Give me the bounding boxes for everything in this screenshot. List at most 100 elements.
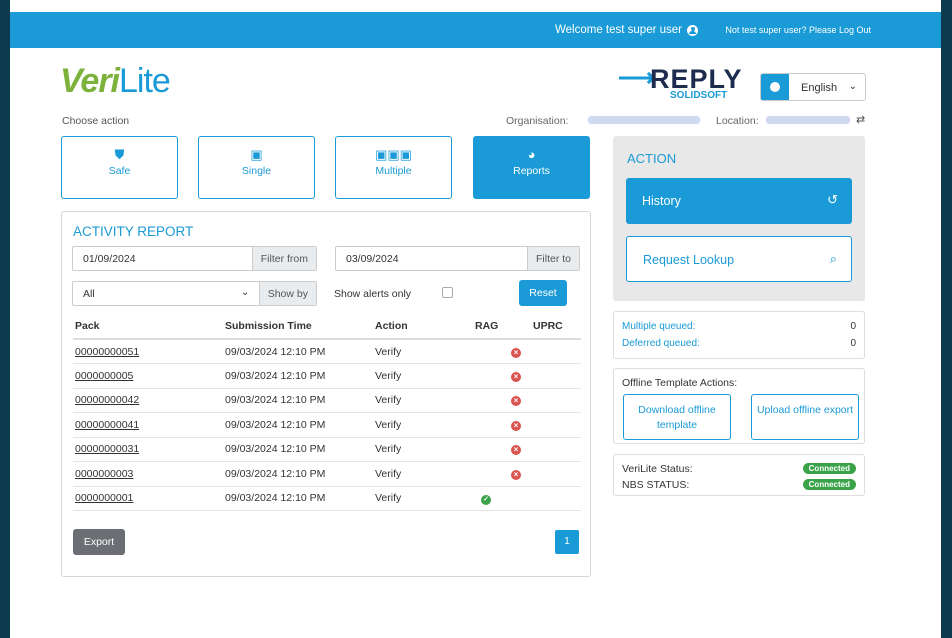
- pack-link[interactable]: 00000000041: [75, 419, 139, 431]
- app-window: Welcome test super user Not test super u…: [10, 0, 941, 638]
- activity-table: Pack Submission Time Action RAG UPRC 000…: [73, 314, 581, 511]
- chevron-down-icon: ⌄: [848, 81, 857, 92]
- show-by-select[interactable]: All ⌄ Show by: [72, 281, 317, 306]
- verilite-logo: VeriLite: [60, 62, 171, 101]
- filter-to-value: 03/09/2024: [346, 253, 399, 265]
- history-button[interactable]: History ↺: [626, 178, 852, 224]
- filter-to-label: Filter to: [526, 247, 579, 270]
- show-by-value: All: [83, 288, 95, 300]
- download-offline-template-button[interactable]: Download offline template: [623, 394, 731, 440]
- pack-cell[interactable]: 00000000051: [73, 339, 223, 364]
- alerts-only-checkbox[interactable]: [442, 287, 453, 298]
- single-pack-icon: ▣: [250, 147, 263, 162]
- request-lookup-button[interactable]: Request Lookup ⌕: [626, 236, 852, 282]
- error-circle-icon: ×: [511, 469, 521, 480]
- pack-link[interactable]: 00000000031: [75, 443, 139, 455]
- multiple-queued-row: Multiple queued: 0: [622, 321, 856, 332]
- error-circle-icon: ×: [511, 445, 521, 456]
- pack-cell[interactable]: 00000000042: [73, 388, 223, 413]
- status-panel: VeriLite Status: Connected NBS STATUS: C…: [613, 454, 865, 496]
- uprc-cell: [531, 461, 581, 487]
- nav-reports-button[interactable]: ◕ Reports: [473, 136, 590, 199]
- col-pack[interactable]: Pack: [73, 314, 223, 340]
- pack-cell[interactable]: 0000000005: [73, 363, 223, 389]
- pack-cell[interactable]: 0000000003: [73, 461, 223, 487]
- table-row: 00000000031 09/03/2024 12:10 PM Verify ×: [73, 437, 581, 462]
- reset-button[interactable]: Reset: [519, 280, 567, 306]
- uprc-cell: [531, 339, 581, 364]
- uprc-cell: [531, 437, 581, 462]
- col-submission-time[interactable]: Submission Time: [223, 314, 373, 340]
- alerts-only-label: Show alerts only: [334, 288, 412, 300]
- pack-link[interactable]: 0000000001: [75, 492, 133, 504]
- partner-sub: SOLIDSOFT: [670, 90, 728, 101]
- language-select[interactable]: English ⌄: [760, 73, 866, 101]
- history-icon: ↺: [827, 192, 838, 207]
- table-row: 00000000041 09/03/2024 12:10 PM Verify ×: [73, 412, 581, 438]
- table-row: 00000000042 09/03/2024 12:10 PM Verify ×: [73, 388, 581, 413]
- action-cell: Verify: [373, 363, 473, 389]
- nav-multiple-label: Multiple: [375, 165, 412, 177]
- action-cell: Verify: [373, 388, 473, 413]
- location-label: Location:: [716, 115, 759, 127]
- filter-from-field[interactable]: 01/09/2024 Filter from: [72, 246, 317, 271]
- deferred-queued-label: Deferred queued:: [622, 338, 700, 349]
- offline-title: Offline Template Actions:: [622, 377, 738, 389]
- pack-link[interactable]: 00000000042: [75, 394, 139, 406]
- submission-time-cell: 09/03/2024 12:10 PM: [223, 486, 373, 511]
- col-action[interactable]: Action: [373, 314, 473, 340]
- request-lookup-label: Request Lookup: [643, 253, 735, 267]
- multiple-queued-label: Multiple queued:: [622, 321, 696, 332]
- logout-link[interactable]: Not test super user? Please Log Out: [725, 25, 871, 35]
- nav-multiple-button[interactable]: ▣▣▣ Multiple: [335, 136, 452, 199]
- table-header-row: Pack Submission Time Action RAG UPRC: [73, 314, 581, 340]
- submission-time-cell: 09/03/2024 12:10 PM: [223, 388, 373, 413]
- error-circle-icon: ×: [511, 396, 521, 407]
- action-panel: ACTION History ↺ Request Lookup ⌕: [613, 136, 865, 301]
- rag-cell: ×: [473, 412, 531, 438]
- swap-location-icon[interactable]: ⇄: [856, 113, 865, 126]
- rag-cell: ×: [473, 363, 531, 389]
- pack-cell[interactable]: 00000000031: [73, 437, 223, 462]
- uprc-cell: [531, 486, 581, 511]
- nav-single-button[interactable]: ▣ Single: [198, 136, 315, 199]
- uprc-cell: [531, 412, 581, 438]
- nav-safe-button[interactable]: ⛊ Safe: [61, 136, 178, 199]
- pack-link[interactable]: 0000000005: [75, 370, 133, 382]
- show-by-label: Show by: [258, 282, 316, 305]
- pack-link[interactable]: 0000000003: [75, 468, 133, 480]
- report-title: ACTIVITY REPORT: [73, 224, 194, 239]
- col-uprc[interactable]: UPRC: [531, 314, 581, 340]
- activity-report-panel: ACTIVITY REPORT 01/09/2024 Filter from 0…: [61, 211, 591, 577]
- check-circle-icon: ✓: [481, 494, 491, 505]
- user-icon: [687, 24, 698, 36]
- export-button[interactable]: Export: [73, 529, 125, 555]
- organisation-label: Organisation:: [506, 115, 569, 127]
- error-circle-icon: ×: [511, 371, 521, 382]
- submission-time-cell: 09/03/2024 12:10 PM: [223, 437, 373, 462]
- submission-time-cell: 09/03/2024 12:10 PM: [223, 461, 373, 487]
- offline-template-panel: Offline Template Actions: Download offli…: [613, 368, 865, 444]
- multiple-queued-count: 0: [850, 321, 856, 332]
- pack-cell[interactable]: 0000000001: [73, 486, 223, 511]
- pagination-page-1[interactable]: 1: [555, 530, 579, 554]
- pack-cell[interactable]: 00000000041: [73, 412, 223, 438]
- action-cell: Verify: [373, 412, 473, 438]
- rag-cell: ✓: [473, 486, 531, 511]
- shield-icon: ⛊: [114, 147, 125, 162]
- choose-action-label: Choose action: [62, 115, 130, 127]
- filter-to-field[interactable]: 03/09/2024 Filter to: [335, 246, 580, 271]
- welcome-text: Welcome test super user: [555, 24, 682, 36]
- search-icon: ⌕: [829, 251, 837, 266]
- location-value-redacted: [766, 116, 850, 124]
- upload-offline-export-button[interactable]: Upload offline export: [751, 394, 859, 440]
- pack-link[interactable]: 00000000051: [75, 346, 139, 358]
- error-circle-icon: ×: [511, 420, 521, 431]
- rag-cell: ×: [473, 461, 531, 487]
- verilite-status-row: VeriLite Status: Connected: [622, 463, 856, 475]
- nav-safe-label: Safe: [108, 165, 131, 177]
- col-rag[interactable]: RAG: [473, 314, 531, 340]
- submission-time-cell: 09/03/2024 12:10 PM: [223, 412, 373, 438]
- table-row: 0000000003 09/03/2024 12:10 PM Verify ×: [73, 461, 581, 487]
- rag-cell: ×: [473, 339, 531, 364]
